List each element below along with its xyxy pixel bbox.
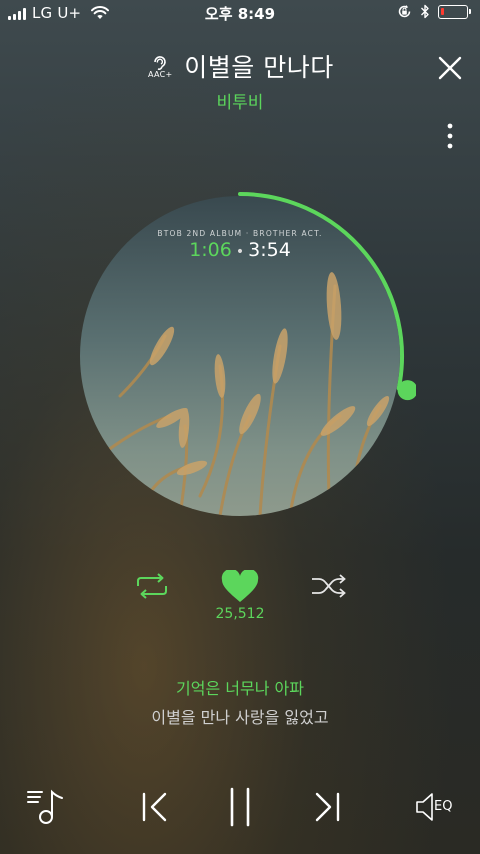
quality-label: AAC+ — [148, 70, 173, 79]
lyric-current-line[interactable]: 기억은 너무나 아파 — [0, 675, 480, 699]
eq-button[interactable]: EQ — [414, 790, 462, 824]
progress-arc — [238, 192, 404, 391]
title-row: AAC+ 이별을 만나다 — [0, 48, 480, 84]
song-title: 이별을 만나다 — [184, 53, 334, 82]
like-count: 25,512 — [215, 606, 265, 622]
eq-label: EQ — [434, 799, 453, 814]
bluetooth-icon — [421, 4, 429, 19]
status-right — [397, 4, 471, 19]
progress-ring[interactable] — [64, 180, 416, 532]
more-vertical-icon[interactable] — [440, 120, 460, 154]
playlist-icon[interactable] — [24, 786, 68, 828]
close-icon[interactable] — [432, 50, 468, 86]
aac-quality-icon — [154, 56, 167, 71]
artist-name[interactable]: 비투비 — [0, 88, 480, 113]
aac-quality-badge: AAC+ — [146, 53, 174, 79]
orientation-lock-icon — [398, 5, 411, 18]
lyric-next-line[interactable]: 이별을 만나 사랑을 잃었고 — [0, 704, 480, 728]
status-bar: LG U+ 오후 8:49 — [0, 0, 480, 28]
shuffle-icon[interactable] — [310, 572, 348, 600]
repeat-icon[interactable] — [134, 572, 170, 600]
player-header: AAC+ 이별을 만나다 비투비 — [0, 44, 480, 124]
next-icon[interactable] — [310, 790, 344, 824]
heart-icon[interactable] — [220, 570, 260, 604]
previous-icon[interactable] — [138, 790, 172, 824]
battery-icon — [438, 4, 471, 19]
battery-fill — [441, 7, 444, 15]
pause-icon[interactable] — [224, 786, 256, 828]
